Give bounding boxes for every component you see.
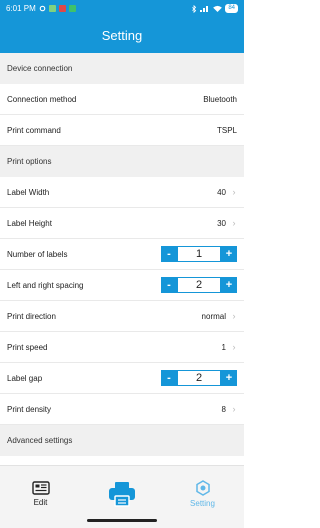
status-time: 6:01 PM [6,4,36,13]
battery-indicator: 84 [225,4,238,13]
stepper-value[interactable]: 2 [177,370,221,386]
section-header-print-options: Print options [0,146,244,177]
row-label: Label Width [7,187,50,197]
gear-icon [39,5,46,12]
row-label-gap: Label gap - 2 + [0,363,244,394]
spacing-stepper: - 2 + [161,277,237,293]
row-label: Print speed [7,342,48,352]
row-print-direction[interactable]: Print direction normal › [0,301,244,332]
settings-gear-icon [195,479,210,496]
row-label: Label Height [7,218,52,228]
row-value: 40 [217,187,226,197]
row-value: TSPL [216,125,237,135]
tab-edit[interactable]: Edit [0,466,81,521]
increment-button[interactable]: + [221,370,237,386]
section-header-advanced[interactable]: Advanced settings [0,425,244,456]
row-value: 1 [221,342,226,352]
chevron-right-icon: › [232,218,236,228]
wifi-icon [213,5,223,12]
row-label-width[interactable]: Label Width 40 › [0,177,244,208]
app-notification-icon-2 [68,5,76,12]
increment-button[interactable]: + [221,277,237,293]
row-connection-method[interactable]: Connection method Bluetooth [0,84,244,115]
row-label-height[interactable]: Label Height 30 › [0,208,244,239]
page-title: Setting [101,27,143,43]
row-print-density[interactable]: Print density 8 › [0,394,244,425]
row-value: normal [201,311,226,321]
tab-label: Setting [190,498,215,508]
signal-icon [200,6,209,12]
increment-button[interactable]: + [221,246,237,262]
row-label: Number of labels [7,249,68,259]
bluetooth-icon [192,4,197,13]
row-print-command[interactable]: Print command TSPL [0,115,244,146]
printer-icon [108,481,135,507]
row-label: Print direction [7,311,56,321]
row-print-speed[interactable]: Print speed 1 › [0,332,244,363]
gap-stepper: - 2 + [161,370,237,386]
row-label: Left and right spacing [7,280,84,290]
edit-document-icon [31,480,50,495]
row-number-of-labels: Number of labels - 1 + [0,239,244,270]
settings-list: Device connection Connection method Blue… [0,53,244,456]
quantity-stepper: - 1 + [161,246,237,262]
home-indicator[interactable] [87,519,157,522]
decrement-button[interactable]: - [161,246,177,262]
app-notification-icon [58,5,66,12]
app-bar: Setting [0,17,244,53]
status-bar: 6:01 PM 84 [0,0,244,17]
tab-label: Edit [33,497,48,507]
chevron-right-icon: › [232,342,236,352]
chevron-right-icon: › [232,311,236,321]
row-label: Label gap [7,373,43,383]
chevron-right-icon: › [232,404,236,414]
row-value: 8 [221,404,226,414]
stepper-value[interactable]: 1 [177,246,221,262]
row-value: 30 [217,218,226,228]
row-label: Print density [7,404,52,414]
tab-setting[interactable]: Setting [162,466,243,521]
message-icon [48,5,56,12]
row-value: Bluetooth [203,94,237,104]
stepper-value[interactable]: 2 [177,277,221,293]
decrement-button[interactable]: - [161,370,177,386]
section-header-device: Device connection [0,53,244,84]
row-left-right-spacing: Left and right spacing - 2 + [0,270,244,301]
decrement-button[interactable]: - [161,277,177,293]
tab-print[interactable] [81,466,162,521]
chevron-right-icon: › [232,187,236,197]
row-label: Print command [7,125,61,135]
row-label: Connection method [7,94,77,104]
